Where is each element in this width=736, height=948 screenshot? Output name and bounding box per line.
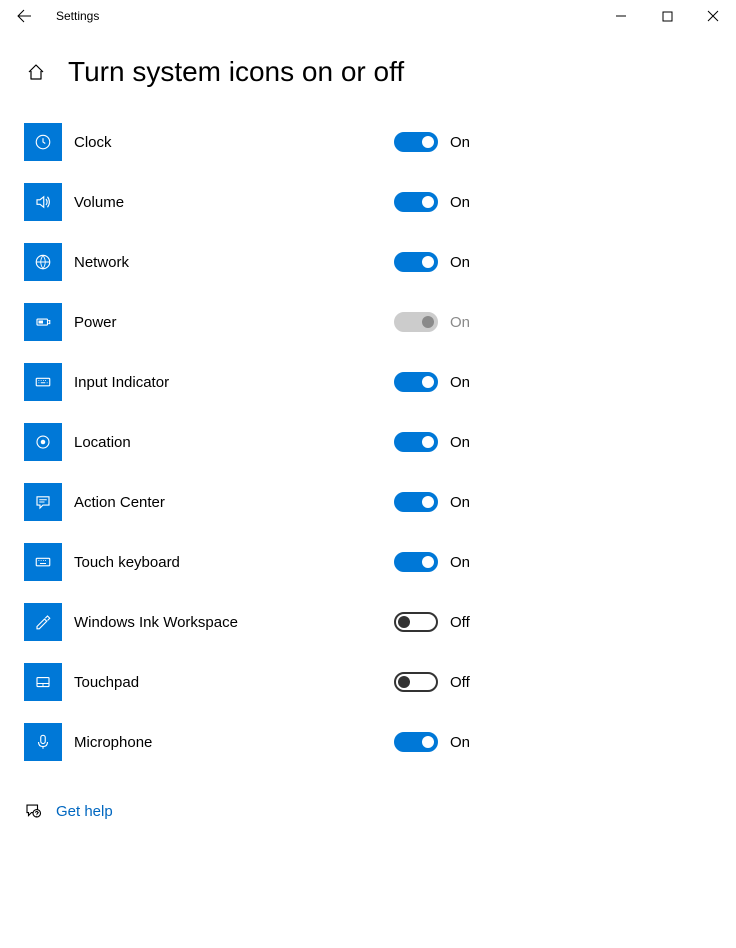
toggle-wrap: On [394,132,470,152]
row-touchpad: Touchpad Off [24,652,712,712]
row-label: Microphone [74,734,374,751]
toggle-wrap: On [394,552,470,572]
row-clock: Clock On [24,112,712,172]
row-volume: Volume On [24,172,712,232]
row-label: Location [74,434,374,451]
close-button[interactable] [690,0,736,32]
row-microphone: Microphone On [24,712,712,772]
arrow-left-icon [16,8,32,24]
toggle-wrap: On [394,252,470,272]
state-label: On [450,734,470,751]
toggle-location[interactable] [394,432,438,452]
toggle-volume[interactable] [394,192,438,212]
microphone-icon [24,723,62,761]
state-label: Off [450,614,470,631]
row-label: Volume [74,194,374,211]
clock-icon [24,123,62,161]
windows-ink-icon [24,603,62,641]
icon-toggle-list: Clock On Volume On Network On Power [0,112,736,772]
page-title: Turn system icons on or off [68,56,404,88]
network-icon [24,243,62,281]
toggle-network[interactable] [394,252,438,272]
help-icon [24,802,42,820]
toggle-action-center[interactable] [394,492,438,512]
row-power: Power On [24,292,712,352]
state-label: On [450,254,470,271]
state-label: On [450,554,470,571]
toggle-windows-ink[interactable] [394,612,438,632]
toggle-microphone[interactable] [394,732,438,752]
minimize-icon [615,10,627,22]
get-help-link[interactable]: Get help [56,803,113,820]
toggle-input-indicator[interactable] [394,372,438,392]
touch-keyboard-icon [24,543,62,581]
titlebar: Settings [0,0,736,32]
toggle-wrap: Off [394,672,470,692]
row-network: Network On [24,232,712,292]
volume-icon [24,183,62,221]
action-center-icon [24,483,62,521]
toggle-wrap: On [394,492,470,512]
app-title: Settings [56,9,99,23]
state-label: Off [450,674,470,691]
home-button[interactable] [24,60,48,84]
input-indicator-icon [24,363,62,401]
row-label: Input Indicator [74,374,374,391]
caption-buttons [598,0,736,32]
toggle-wrap: Off [394,612,470,632]
state-label: On [450,374,470,391]
maximize-icon [662,11,673,22]
minimize-button[interactable] [598,0,644,32]
row-label: Touchpad [74,674,374,691]
page-header: Turn system icons on or off [0,32,736,112]
toggle-clock[interactable] [394,132,438,152]
row-label: Power [74,314,374,331]
toggle-wrap: On [394,432,470,452]
state-label: On [450,434,470,451]
toggle-touchpad[interactable] [394,672,438,692]
row-label: Clock [74,134,374,151]
toggle-wrap: On [394,192,470,212]
row-label: Action Center [74,494,374,511]
touchpad-icon [24,663,62,701]
help-row: Get help [0,772,736,850]
row-label: Touch keyboard [74,554,374,571]
row-input-indicator: Input Indicator On [24,352,712,412]
row-location: Location On [24,412,712,472]
toggle-wrap: On [394,732,470,752]
location-icon [24,423,62,461]
toggle-wrap: On [394,372,470,392]
state-label: On [450,194,470,211]
row-label: Windows Ink Workspace [74,614,374,631]
state-label: On [450,314,470,331]
home-icon [27,63,45,81]
toggle-power [394,312,438,332]
state-label: On [450,134,470,151]
row-label: Network [74,254,374,271]
power-icon [24,303,62,341]
toggle-touch-keyboard[interactable] [394,552,438,572]
row-windows-ink: Windows Ink Workspace Off [24,592,712,652]
row-touch-keyboard: Touch keyboard On [24,532,712,592]
state-label: On [450,494,470,511]
maximize-button[interactable] [644,0,690,32]
toggle-wrap: On [394,312,470,332]
back-button[interactable] [0,0,48,32]
close-icon [707,10,719,22]
row-action-center: Action Center On [24,472,712,532]
